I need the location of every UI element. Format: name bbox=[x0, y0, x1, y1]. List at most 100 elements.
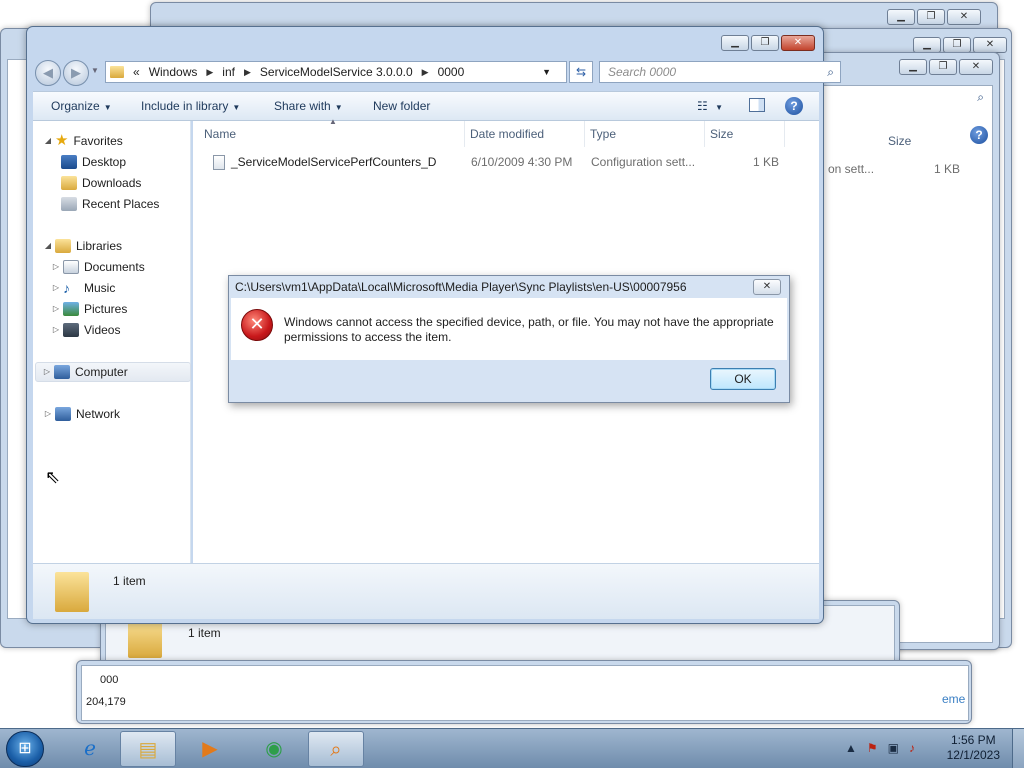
background-window-1-caption-buttons: ▁ ❐ ✕ bbox=[887, 9, 981, 25]
breadcrumb-arrow-icon[interactable]: ▶ bbox=[206, 67, 213, 78]
nav-item-music[interactable]: ▷ ♪ Music bbox=[51, 278, 115, 298]
expand-arrow-icon[interactable]: ▷ bbox=[51, 278, 61, 298]
close-icon[interactable]: ✕ bbox=[973, 37, 1007, 53]
nav-item-recent-places[interactable]: Recent Places bbox=[61, 194, 159, 214]
expand-arrow-icon[interactable]: ▷ bbox=[51, 299, 61, 319]
internet-explorer-icon[interactable]: ℯ bbox=[62, 731, 118, 767]
dialog-message: Windows cannot access the specified devi… bbox=[284, 315, 774, 344]
share-with-button[interactable]: Share with ▼ bbox=[274, 99, 343, 113]
chrome-icon[interactable]: ◉ bbox=[246, 731, 302, 767]
nav-item-network[interactable]: ▷ Network bbox=[43, 404, 120, 424]
folder-icon bbox=[55, 572, 89, 612]
close-icon[interactable]: ✕ bbox=[753, 279, 781, 295]
background-tail-text: eme bbox=[942, 692, 966, 706]
clock-time: 1:56 PM bbox=[950, 733, 996, 747]
include-in-library-button[interactable]: Include in library ▼ bbox=[141, 99, 240, 113]
new-folder-button[interactable]: New folder bbox=[373, 99, 430, 113]
nav-item-videos[interactable]: ▷ Videos bbox=[51, 320, 120, 340]
view-options-icon[interactable]: ☷ ▼ bbox=[697, 99, 723, 113]
close-icon[interactable]: ✕ bbox=[947, 9, 981, 25]
column-header-type[interactable]: Type bbox=[585, 121, 705, 147]
folder-icon bbox=[110, 66, 124, 78]
maximize-icon[interactable]: ❐ bbox=[943, 37, 971, 53]
desktop-icon bbox=[61, 155, 77, 169]
organize-button[interactable]: Organize ▼ bbox=[51, 99, 112, 113]
nav-item-pictures[interactable]: ▷ Pictures bbox=[51, 299, 127, 319]
nav-item-desktop[interactable]: Desktop bbox=[61, 152, 126, 172]
network-tray-icon[interactable]: ▣ bbox=[888, 741, 909, 755]
expand-arrow-icon[interactable]: ◢ bbox=[43, 236, 53, 256]
ok-button[interactable]: OK bbox=[710, 368, 776, 390]
background-type-fragment: on sett... bbox=[828, 162, 875, 176]
notification-area: ▲⚑▣♪ bbox=[845, 741, 925, 755]
expand-arrow-icon[interactable]: ▷ bbox=[51, 257, 61, 277]
dialog-body: ✕ Windows cannot access the specified de… bbox=[231, 298, 787, 360]
status-item-count: 1 item bbox=[113, 574, 146, 588]
minimize-icon[interactable]: ▁ bbox=[887, 9, 915, 25]
command-bar: Organize ▼ Include in library ▼ Share with… bbox=[33, 91, 819, 121]
folder-icon bbox=[128, 618, 162, 658]
address-dropdown-icon[interactable]: ▼ bbox=[542, 67, 551, 77]
file-name: _ServiceModelServicePerfCounters_D bbox=[231, 155, 437, 169]
nav-item-documents[interactable]: ▷ Documents bbox=[51, 257, 145, 277]
close-icon[interactable]: ✕ bbox=[781, 35, 815, 51]
address-overflow[interactable]: « bbox=[133, 65, 140, 79]
expand-arrow-icon[interactable]: ◢ bbox=[43, 131, 53, 151]
start-button[interactable]: ⊞ bbox=[6, 731, 44, 767]
breadcrumb-0000[interactable]: 0000 bbox=[438, 65, 465, 79]
maximize-icon[interactable]: ❐ bbox=[751, 35, 779, 51]
search-placeholder: Search 0000 bbox=[608, 65, 677, 79]
nav-item-computer[interactable]: ▷ Computer bbox=[35, 362, 191, 382]
search-input[interactable]: Search 0000 ⌕ bbox=[599, 61, 841, 83]
network-icon bbox=[55, 407, 71, 421]
search-icon[interactable]: ⌕ bbox=[977, 90, 984, 105]
show-desktop-button[interactable] bbox=[1012, 729, 1024, 768]
volume-muted-icon[interactable]: ♪ bbox=[909, 741, 925, 755]
breadcrumb-arrow-icon[interactable]: ▶ bbox=[422, 67, 429, 78]
maximize-icon[interactable]: ❐ bbox=[929, 59, 957, 75]
minimize-icon[interactable]: ▁ bbox=[899, 59, 927, 75]
expand-arrow-icon[interactable]: ▷ bbox=[42, 362, 52, 382]
nav-item-downloads[interactable]: Downloads bbox=[61, 173, 141, 193]
background-size-header: Size bbox=[888, 134, 912, 148]
maximize-icon[interactable]: ❐ bbox=[917, 9, 945, 25]
error-icon: ✕ bbox=[241, 309, 273, 341]
minimize-icon[interactable]: ▁ bbox=[721, 35, 749, 51]
preview-pane-icon[interactable] bbox=[749, 98, 765, 112]
background-help-icon[interactable]: ? bbox=[970, 126, 988, 144]
background-status-fragment: 204,179 bbox=[86, 696, 126, 708]
column-header-name[interactable]: Name bbox=[199, 121, 465, 147]
recent-pages-chevron-icon[interactable]: ▼ bbox=[91, 66, 99, 75]
recent-places-icon bbox=[61, 197, 77, 211]
nav-item-favorites[interactable]: ◢ ★ Favorites bbox=[43, 131, 123, 151]
help-icon[interactable]: ? bbox=[785, 97, 803, 115]
file-date-modified: 6/10/2009 4:30 PM bbox=[471, 155, 573, 169]
action-center-icon[interactable]: ⚑ bbox=[867, 741, 888, 755]
breadcrumb-windows[interactable]: Windows bbox=[149, 65, 198, 79]
close-icon[interactable]: ✕ bbox=[959, 59, 993, 75]
clock[interactable]: 1:56 PM 12/1/2023 bbox=[947, 733, 1000, 763]
details-pane: 1 item bbox=[33, 563, 819, 619]
expand-arrow-icon[interactable]: ▷ bbox=[43, 404, 53, 424]
expand-arrow-icon[interactable]: ▷ bbox=[51, 320, 61, 340]
column-header-date-modified[interactable]: Date modified bbox=[465, 121, 585, 147]
show-hidden-icons-icon[interactable]: ▲ bbox=[845, 741, 867, 755]
refresh-icon[interactable]: ⇆ bbox=[569, 61, 593, 83]
media-player-icon[interactable]: ▶ bbox=[182, 731, 238, 767]
breadcrumb-arrow-icon[interactable]: ▶ bbox=[244, 67, 251, 78]
file-explorer-icon[interactable]: ▤ bbox=[120, 731, 176, 767]
mouse-cursor-icon: ⇖ bbox=[45, 467, 61, 487]
search-app-icon[interactable]: ⌕ bbox=[308, 731, 364, 767]
dialog-title: C:\Users\vm1\AppData\Local\Microsoft\Med… bbox=[235, 280, 687, 294]
back-button[interactable]: ◀ bbox=[35, 60, 61, 86]
videos-icon bbox=[63, 323, 79, 337]
file-size: 1 KB bbox=[753, 155, 780, 169]
breadcrumb-servicemodelservice[interactable]: ServiceModelService 3.0.0.0 bbox=[260, 65, 413, 79]
nav-item-libraries[interactable]: ◢ Libraries bbox=[43, 236, 122, 256]
breadcrumb-inf[interactable]: inf bbox=[222, 65, 235, 79]
column-header-size[interactable]: Size bbox=[705, 121, 785, 147]
address-bar[interactable]: « Windows ▶ inf ▶ ServiceModelService 3.… bbox=[105, 61, 567, 83]
forward-button[interactable]: ▶ bbox=[63, 60, 89, 86]
minimize-icon[interactable]: ▁ bbox=[913, 37, 941, 53]
search-icon[interactable]: ⌕ bbox=[827, 62, 834, 82]
